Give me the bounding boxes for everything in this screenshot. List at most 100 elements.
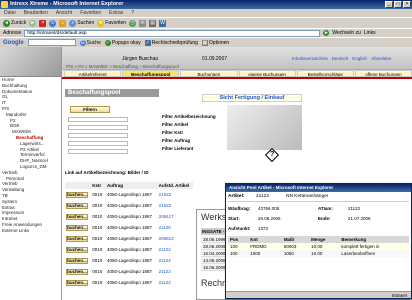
artikel-link[interactable]: 21120 <box>157 222 193 233</box>
sidebar-item[interactable]: Externe Links <box>0 228 61 234</box>
favorites-label: Favoriten <box>105 20 127 26</box>
refresh-button[interactable]: ↻ <box>49 19 57 27</box>
filter-input-3[interactable] <box>68 133 128 138</box>
artikel-link[interactable]: 206417 <box>157 211 193 222</box>
kstr-cell: 0010 <box>92 214 103 219</box>
header-links: Inhaltsverzeichnis Deutsch English Abmelden <box>292 56 391 61</box>
table-row: buchen... 0010 4050-Lagerdispo 1887 206812 <box>65 233 193 244</box>
mail-button[interactable]: ✉ <box>139 19 147 27</box>
filter-input-5[interactable] <box>68 149 128 154</box>
window-controls: _ □ × <box>385 1 411 8</box>
sidebar: Home Buchhaltung Dokumentation GL IT P/S Mando… <box>0 47 62 300</box>
favorites-button[interactable]: ★ Favoriten <box>97 19 127 27</box>
book-cell: buchen... <box>65 200 90 211</box>
spellcheck-label: Rechtschreibprüfung <box>151 39 198 46</box>
menu-item[interactable]: ? <box>131 9 134 17</box>
tab[interactable]: eigene Buchungen <box>238 70 296 77</box>
tab[interactable]: Buchungen <box>180 70 238 77</box>
pool-column-header: Kstr <box>90 182 105 189</box>
tab[interactable]: Bestellvorschläge <box>296 70 354 77</box>
address-input[interactable]: http://intranet/ds/default.asp <box>24 29 321 37</box>
pool-column-header: Auftrag <box>104 182 157 189</box>
auftrag-cell: 4050-Lagerdispo 1887 <box>106 214 153 219</box>
dialog-cell-knt: 1000 <box>250 251 261 256</box>
back-button[interactable]: ◄ Zurück <box>3 19 26 27</box>
google-search-input[interactable] <box>27 39 76 46</box>
book-button[interactable]: buchen... <box>66 268 88 275</box>
menu-item[interactable]: Extras <box>109 9 123 17</box>
home-button[interactable]: ⌂ <box>59 19 67 27</box>
table-row: buchen... 0010 4050-Lagerdispo 1887 21122 <box>65 266 193 277</box>
artikel-link[interactable]: 21124 <box>157 255 193 266</box>
maximize-button[interactable]: □ <box>394 1 402 8</box>
field-label: Ende: <box>318 216 331 221</box>
google-search-label: Suche <box>86 39 101 46</box>
field-label: ATIam: <box>318 206 333 211</box>
artikel-link[interactable]: 21522 <box>157 189 193 200</box>
spellcheck-button[interactable]: ✓ Rechtschreibprüfung <box>144 39 198 46</box>
options-button[interactable]: ▦ Optionen <box>201 39 229 46</box>
view-link[interactable]: Sicht Fertigung / Einkauf <box>202 94 302 102</box>
auftrag-cell: 4050-Lagerdispo 1887 <box>106 280 153 285</box>
kstr-cell: 0010 <box>92 192 103 197</box>
book-button[interactable]: buchen... <box>66 235 88 242</box>
stop-button[interactable]: × <box>39 19 47 27</box>
print-button[interactable]: ▤ <box>149 19 157 27</box>
menu-item[interactable]: Datei <box>4 9 16 17</box>
book-cell: buchen... <box>65 244 90 255</box>
tab[interactable]: Beschaffungspool <box>122 70 180 77</box>
tab[interactable]: Artikelreferent <box>64 70 122 77</box>
book-button[interactable]: buchen... <box>66 224 88 231</box>
google-search-button[interactable]: G Suche <box>79 39 101 46</box>
table-row: 100 1000 1050 10.00 Laserbeobnffnen <box>228 250 409 257</box>
artikel-link[interactable]: 21122 <box>157 244 193 255</box>
minimize-button[interactable]: _ <box>385 1 393 8</box>
book-button[interactable]: buchen... <box>66 279 88 286</box>
current-date: 01.09.2007 <box>202 56 228 62</box>
menu-item[interactable]: Favoriten <box>80 9 101 17</box>
book-button[interactable]: buchen... <box>66 213 88 220</box>
links-button[interactable]: Links <box>364 30 376 36</box>
artikel-link[interactable]: 21122 <box>157 277 193 288</box>
book-cell: buchen... <box>65 266 90 277</box>
tab[interactable]: offene Buchungen <box>354 70 412 77</box>
kstr-cell: 0010 <box>92 203 103 208</box>
book-button[interactable]: buchen... <box>66 191 88 198</box>
header-link[interactable]: Inhaltsverzeichnis <box>292 56 328 61</box>
close-button[interactable]: × <box>403 1 411 8</box>
book-button[interactable]: buchen... <box>66 246 88 253</box>
filter-input-2[interactable] <box>68 125 128 130</box>
field-value: 21122 <box>348 206 361 211</box>
filter-button[interactable]: Filtern <box>70 106 110 113</box>
field-value <box>348 224 398 234</box>
filter-input-4[interactable] <box>68 141 128 146</box>
edit-button[interactable]: W <box>159 19 167 27</box>
book-button[interactable]: buchen... <box>66 202 88 209</box>
filter-input-1[interactable] <box>68 117 128 122</box>
book-cell: buchen... <box>65 277 90 288</box>
pool-article-dialog: Ansicht Pool Artikel - Microsoft Interne… <box>225 183 412 299</box>
artikel-value: 21122 <box>256 194 269 199</box>
kstr-cell: 0010 <box>92 258 103 263</box>
header-link[interactable]: Abmelden <box>371 56 391 61</box>
artikel-link[interactable]: 206812 <box>157 233 193 244</box>
header-link[interactable]: Deutsch <box>332 56 349 61</box>
header-link[interactable]: English <box>352 56 367 61</box>
book-button[interactable]: buchen... <box>66 257 88 264</box>
dialog-cell-mass: 50003 <box>283 244 297 249</box>
popups-button[interactable]: ✓ Popups okay <box>104 39 141 46</box>
history-button[interactable]: ◷ <box>129 19 137 27</box>
artikel-link[interactable]: 21522 <box>157 200 193 211</box>
dialog-cell-pos: 100 <box>230 251 238 256</box>
search-button[interactable]: ⌕ Suchen <box>69 19 94 27</box>
dialog-cell-knt: FRDMD <box>250 244 267 249</box>
forward-button[interactable]: ► <box>29 19 37 27</box>
menu-bar: Datei Bearbeiten Ansicht Favoriten Extras? <box>0 9 412 17</box>
menu-item[interactable]: Bearbeiten <box>24 9 48 17</box>
artikel-link[interactable]: 21122 <box>157 266 193 277</box>
refresh-icon: ↻ <box>49 19 57 27</box>
menu-item[interactable]: Ansicht <box>56 9 72 17</box>
go-button[interactable]: Wechseln zu <box>332 30 361 36</box>
tab-bar: Artikelreferent Beschaffungspool Buchungen… <box>62 70 412 79</box>
address-label: Adresse <box>3 30 22 36</box>
